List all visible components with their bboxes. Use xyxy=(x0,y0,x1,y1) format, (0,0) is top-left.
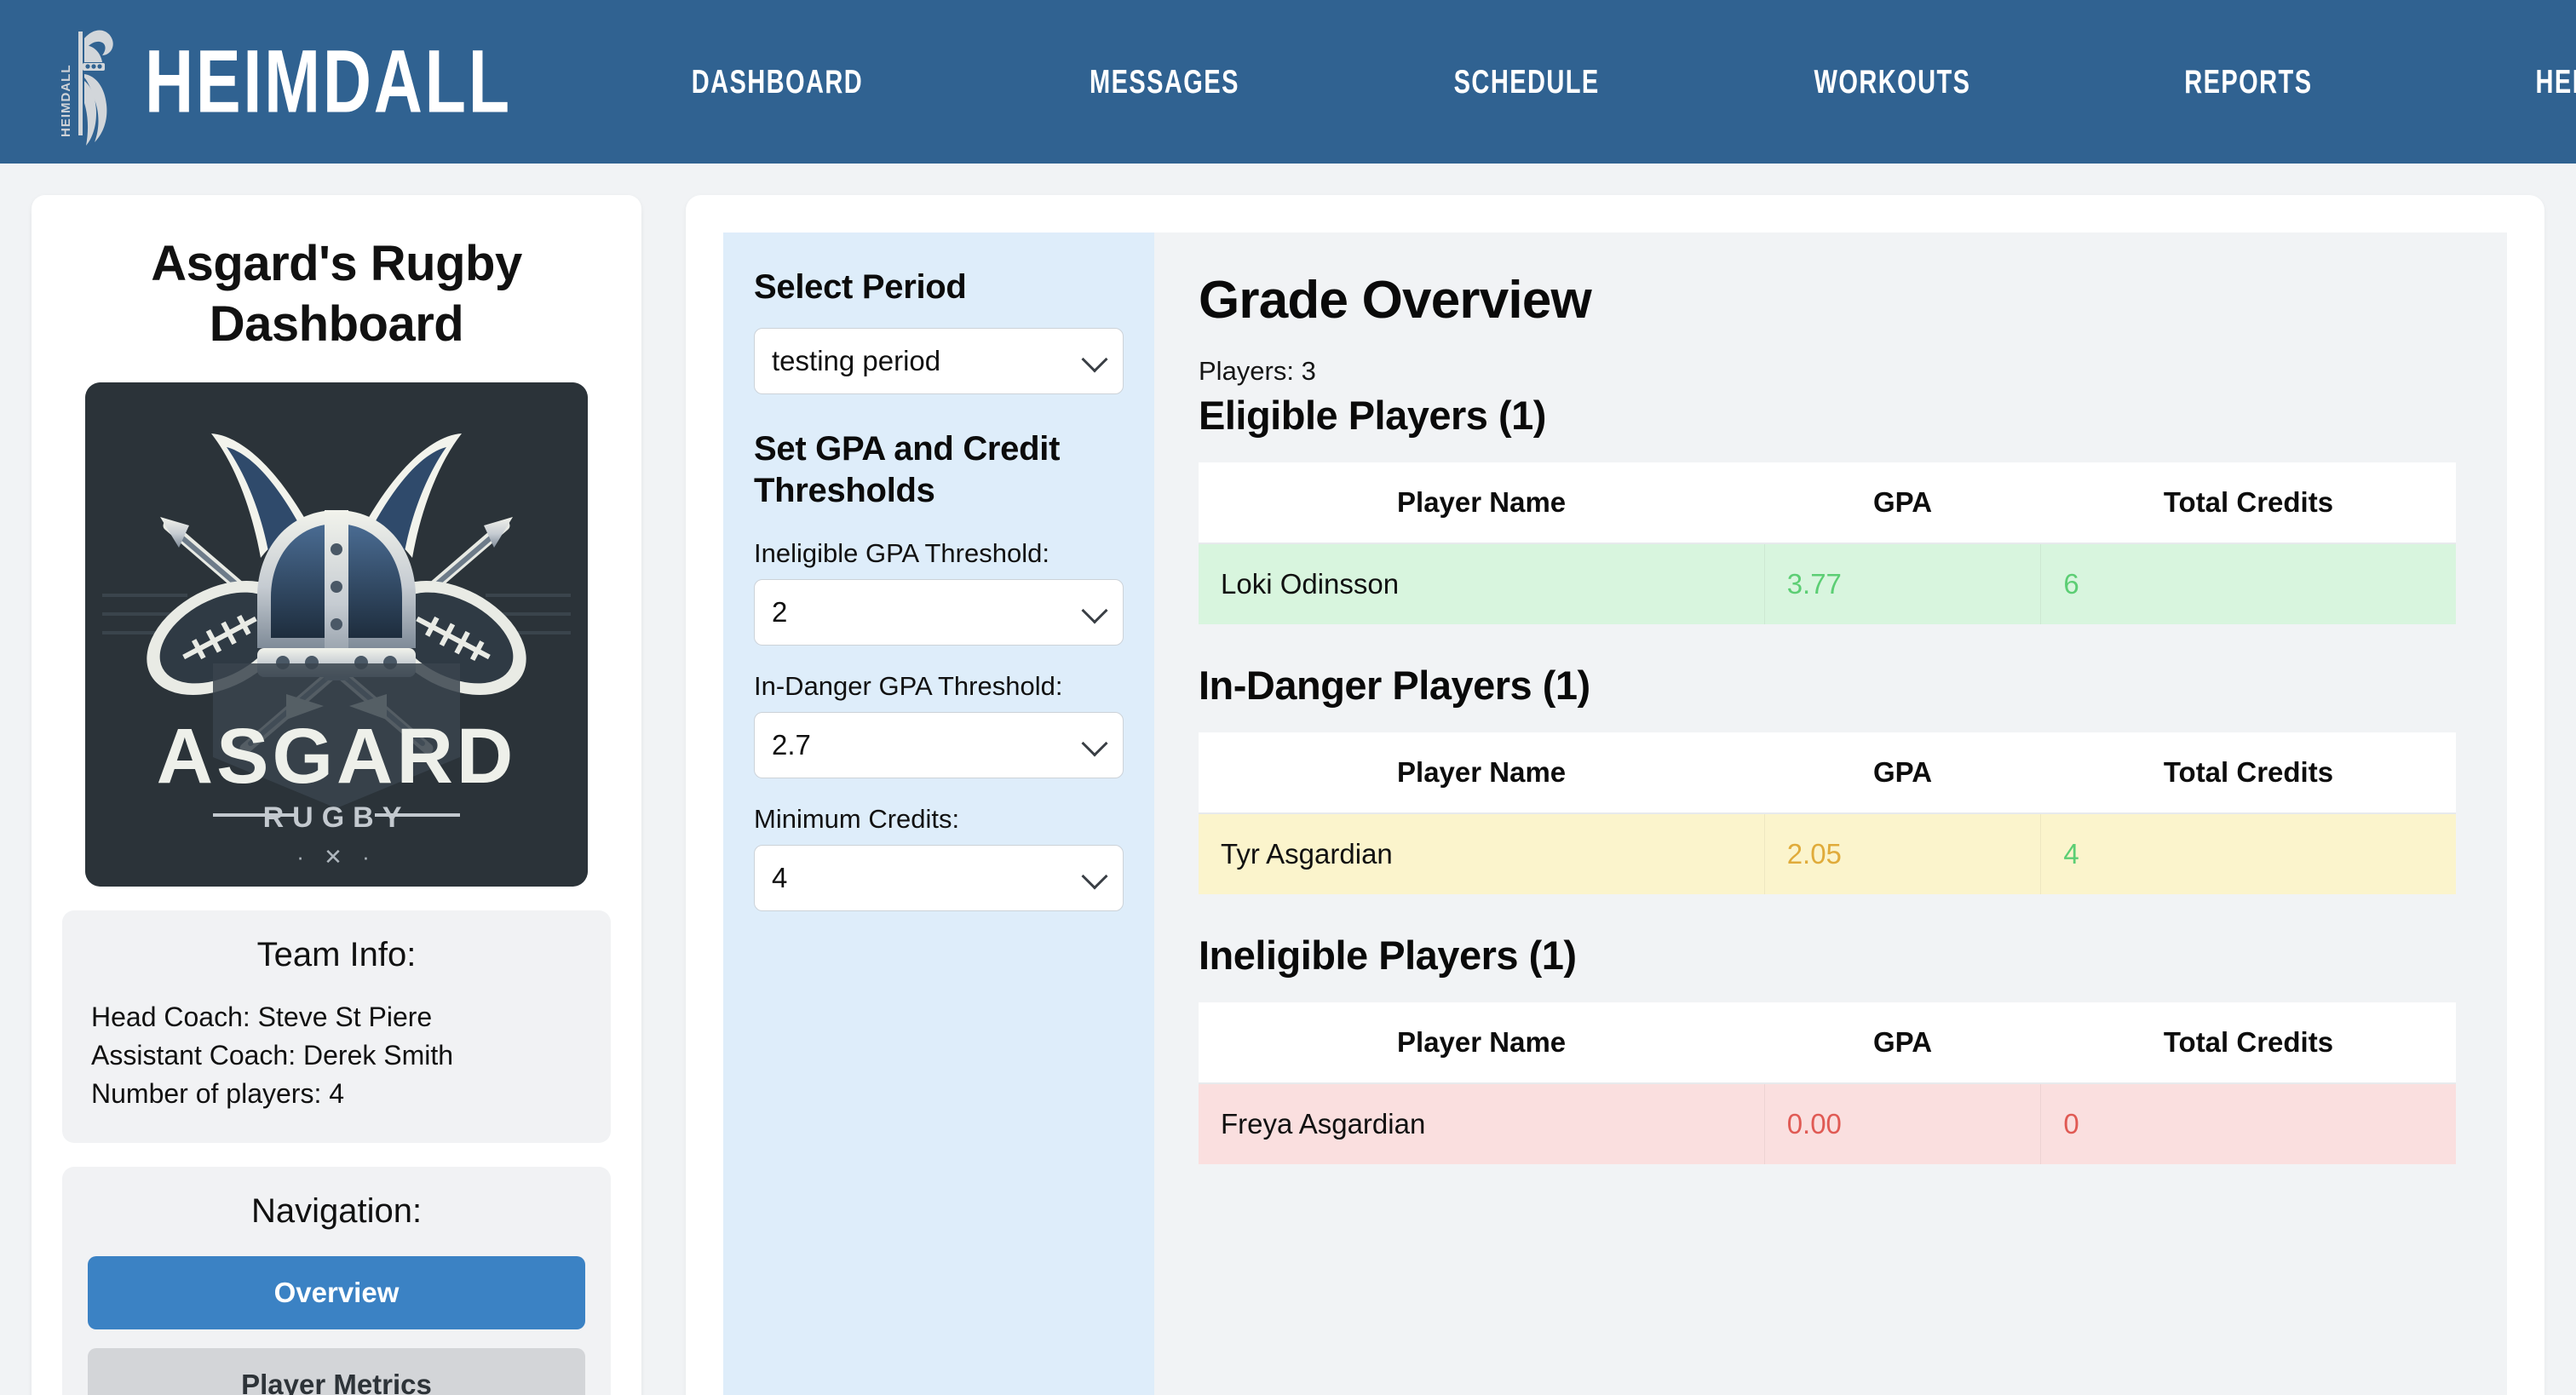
chevron-down-icon xyxy=(1081,597,1108,624)
indanger-gpa-label: In-Danger GPA Threshold: xyxy=(754,670,1063,701)
results-panel: Grade Overview Players: 3 Eligible Playe… xyxy=(1154,232,2507,1395)
table-row[interactable]: Freya Asgardian 0.00 0 xyxy=(1199,1083,2456,1164)
indanger-gpa-select[interactable]: 2.7 xyxy=(754,711,1124,778)
cell-player-name: Loki Odinsson xyxy=(1199,543,1765,624)
table-header-row: Player Name GPA Total Credits xyxy=(1199,462,2456,544)
ineligible-players-heading: Ineligible Players (1) xyxy=(1199,933,1577,978)
logo-vertical-text: HEIMDALL xyxy=(59,64,73,137)
cell-total-credits: 4 xyxy=(2040,813,2456,894)
column-header-player-name: Player Name xyxy=(1199,732,1765,814)
cell-player-name: Tyr Asgardian xyxy=(1199,813,1765,894)
chevron-down-icon xyxy=(1081,730,1108,757)
page-title: Asgard's Rugby Dashboard xyxy=(151,236,522,352)
table-row[interactable]: Loki Odinsson 3.77 6 xyxy=(1199,543,2456,624)
nav-link-dashboard[interactable]: DASHBOARD xyxy=(692,63,863,101)
column-header-gpa: GPA xyxy=(1764,462,2041,544)
player-count-line: Number of players: 4 xyxy=(91,1078,345,1110)
ineligible-gpa-value: 2 xyxy=(772,595,788,628)
nav-link-workouts[interactable]: WORKOUTS xyxy=(1814,63,1971,101)
eligible-players-heading: Eligible Players (1) xyxy=(1199,393,1546,438)
column-header-player-name: Player Name xyxy=(1199,462,1765,544)
nav-link-schedule[interactable]: SCHEDULE xyxy=(1454,63,1600,101)
page-body: Asgard's Rugby Dashboard ASGARD RUGBY · … xyxy=(0,164,2576,1395)
cell-gpa: 3.77 xyxy=(1764,543,2042,624)
column-header-total-credits: Total Credits xyxy=(2040,462,2456,544)
ineligible-players-table: Player Name GPA Total Credits Freya Asga… xyxy=(1199,1002,2456,1164)
team-info-heading: Team Info: xyxy=(256,935,417,973)
svg-text:RUGBY: RUGBY xyxy=(263,801,411,834)
svg-text:· ✕ ·: · ✕ · xyxy=(296,844,377,870)
column-header-player-name: Player Name xyxy=(1199,1002,1765,1084)
nav-links: DASHBOARD MESSAGES SCHEDULE WORKOUTS REP… xyxy=(671,0,2576,164)
cell-total-credits: 0 xyxy=(2040,1083,2456,1164)
cell-total-credits: 6 xyxy=(2040,543,2456,624)
sidebar-item-player-metrics[interactable]: Player Metrics xyxy=(88,1347,585,1395)
main-content-card: Select Period testing period Set GPA and… xyxy=(686,195,2544,1395)
indanger-players-table: Player Name GPA Total Credits Tyr Asgard… xyxy=(1199,732,2456,894)
eligible-players-table: Player Name GPA Total Credits Loki Odins… xyxy=(1199,462,2456,624)
top-navigation-bar: HEIMDALL HEIMDALL DASHBOARD MESSAGES SCH… xyxy=(0,0,2576,164)
table-header-row: Player Name GPA Total Credits xyxy=(1199,1002,2456,1084)
indanger-players-heading: In-Danger Players (1) xyxy=(1199,663,1590,708)
chevron-down-icon xyxy=(1081,346,1108,373)
sidebar: Asgard's Rugby Dashboard ASGARD RUGBY · … xyxy=(32,195,641,1395)
cell-gpa: 2.05 xyxy=(1764,813,2042,894)
column-header-total-credits: Total Credits xyxy=(2040,732,2456,814)
nav-link-reports[interactable]: REPORTS xyxy=(2185,63,2313,101)
svg-text:ASGARD: ASGARD xyxy=(157,713,517,800)
ineligible-gpa-select[interactable]: 2 xyxy=(754,578,1124,646)
thresholds-heading: Set GPA and Credit Thresholds xyxy=(754,429,1061,510)
brand-title: HEIMDALL xyxy=(145,32,512,132)
column-header-gpa: GPA xyxy=(1764,732,2041,814)
column-header-gpa: GPA xyxy=(1764,1002,2041,1084)
minimum-credits-select[interactable]: 4 xyxy=(754,844,1124,911)
assistant-coach-line: Assistant Coach: Derek Smith xyxy=(91,1039,454,1071)
cell-player-name: Freya Asgardian xyxy=(1199,1083,1765,1164)
nav-link-messages[interactable]: MESSAGES xyxy=(1090,63,1239,101)
ineligible-gpa-label: Ineligible GPA Threshold: xyxy=(754,537,1049,568)
column-header-total-credits: Total Credits xyxy=(2040,1002,2456,1084)
period-select-value: testing period xyxy=(772,344,941,376)
table-header-row: Player Name GPA Total Credits xyxy=(1199,732,2456,814)
navigation-card: Navigation: Overview Player Metrics xyxy=(62,1166,611,1395)
nav-link-account-email[interactable]: HEIMDALLADMIN@HEIMDALL.COM xyxy=(2536,63,2576,101)
team-logo-image: ASGARD RUGBY · ✕ · xyxy=(85,382,588,887)
minimum-credits-label: Minimum Credits: xyxy=(754,803,960,834)
sidebar-item-overview[interactable]: Overview xyxy=(88,1255,585,1329)
head-coach-line: Head Coach: Steve St Piere xyxy=(91,1001,433,1032)
period-select[interactable]: testing period xyxy=(754,327,1124,394)
chevron-down-icon xyxy=(1081,863,1108,890)
filters-panel: Select Period testing period Set GPA and… xyxy=(723,232,1154,1395)
grade-overview-title: Grade Overview xyxy=(1199,271,1592,330)
select-period-heading: Select Period xyxy=(754,268,967,306)
main-inner: Select Period testing period Set GPA and… xyxy=(723,232,2507,1395)
navigation-heading: Navigation: xyxy=(250,1191,423,1230)
minimum-credits-value: 4 xyxy=(772,861,788,893)
heimdall-viking-logo-icon: HEIMDALL xyxy=(59,29,113,146)
table-row[interactable]: Tyr Asgardian 2.05 4 xyxy=(1199,813,2456,894)
team-info-card: Team Info: Head Coach: Steve St Piere As… xyxy=(62,910,611,1143)
players-count: Players: 3 xyxy=(1199,356,1316,386)
cell-gpa: 0.00 xyxy=(1764,1083,2042,1164)
indanger-gpa-value: 2.7 xyxy=(772,728,811,761)
brand[interactable]: HEIMDALL HEIMDALL xyxy=(44,16,543,148)
